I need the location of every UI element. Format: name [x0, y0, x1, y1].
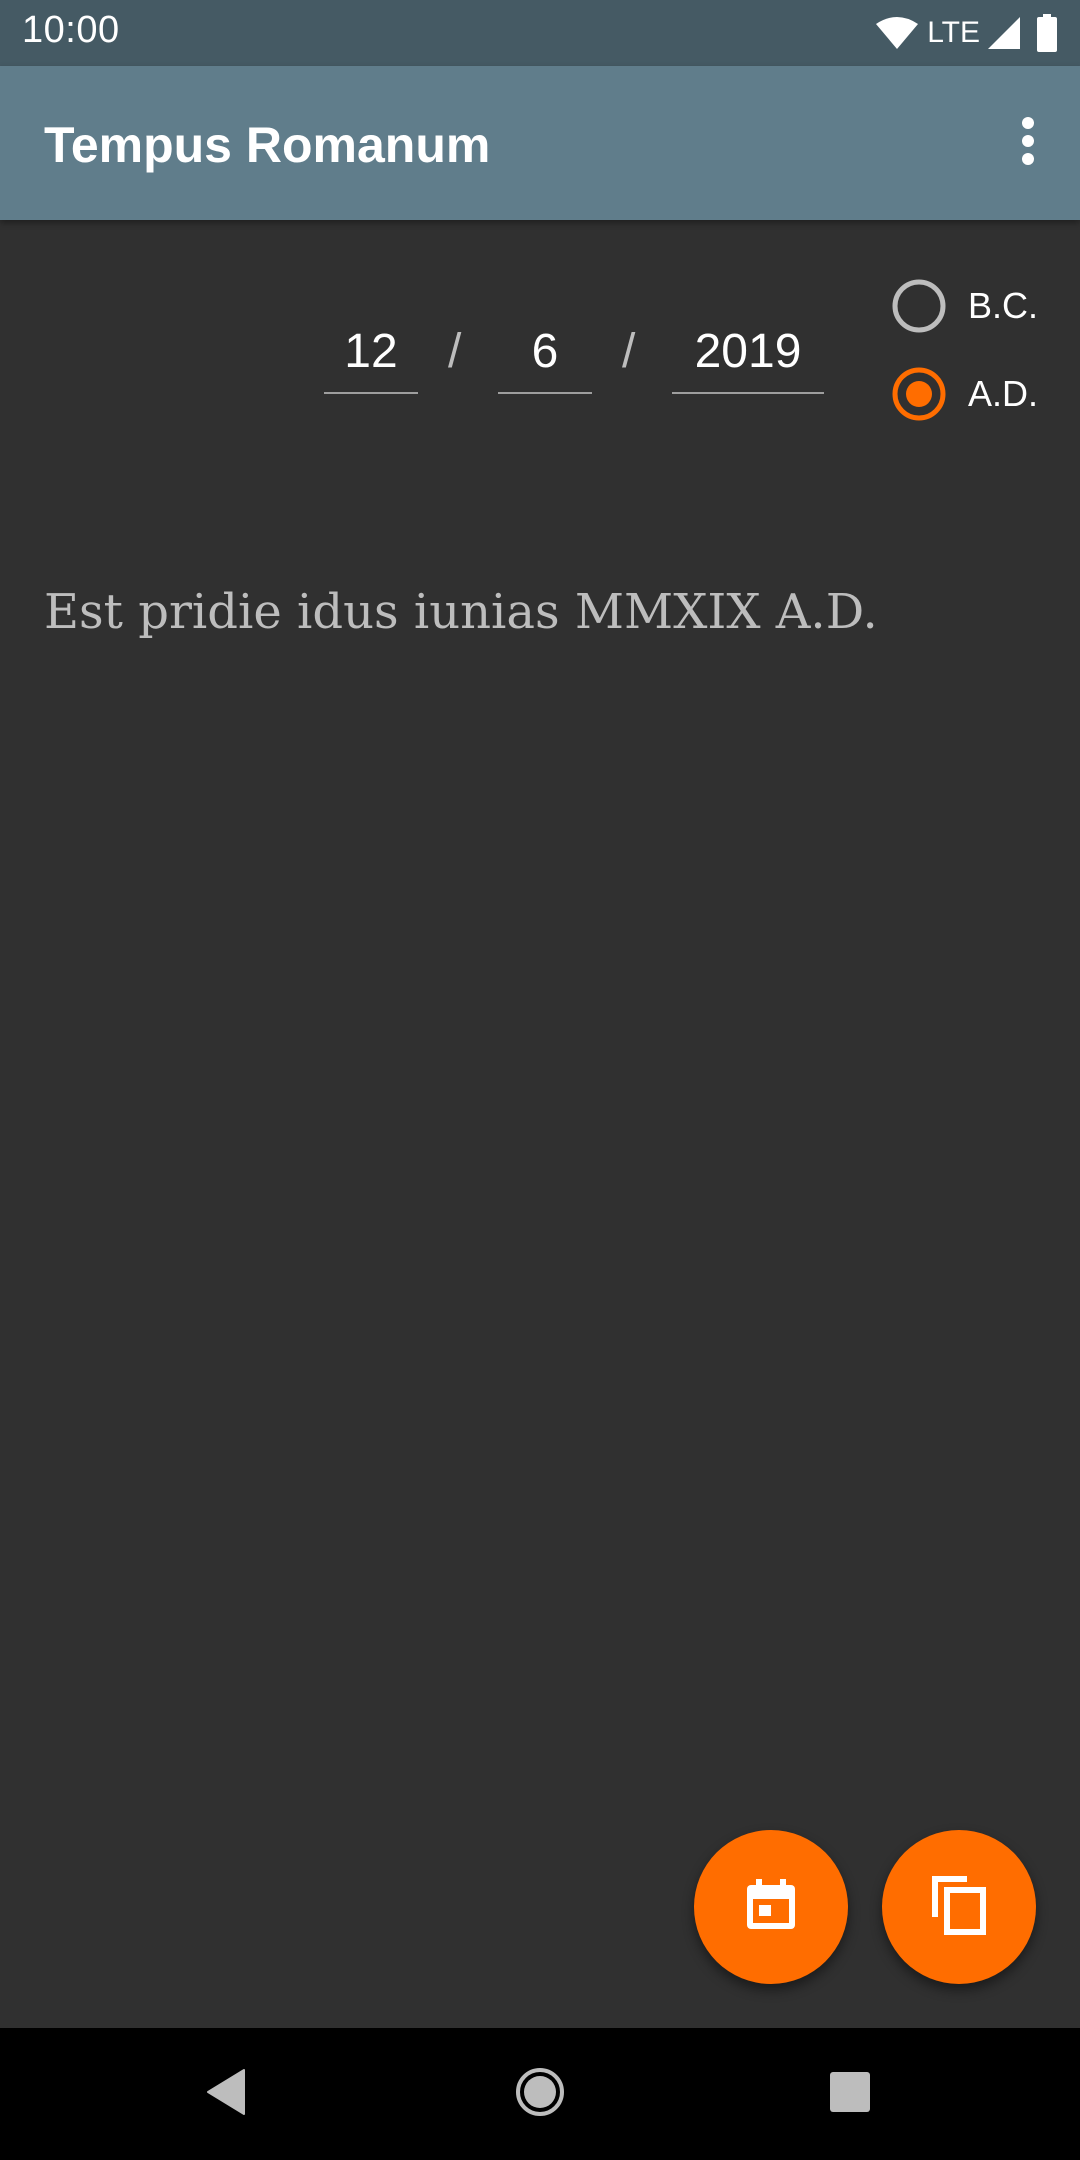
date-separator: / [622, 325, 636, 378]
wifi-icon [875, 16, 919, 50]
day-input[interactable]: 12 [324, 316, 418, 394]
copy-button[interactable] [882, 1830, 1036, 1984]
back-button[interactable] [184, 2052, 268, 2136]
radio-ad[interactable]: A.D. [892, 362, 1072, 426]
radio-unchecked-icon [892, 279, 946, 333]
radio-bc-label: B.C. [968, 285, 1039, 326]
status-bar: 10:00 LTE [0, 0, 1080, 66]
date-separator: / [448, 325, 462, 378]
recents-button[interactable] [808, 2052, 892, 2136]
radio-bc[interactable]: B.C. [892, 274, 1072, 338]
app-bar: Tempus Romanum [0, 66, 1080, 220]
roman-date-result: Est pridie idus iunias MMXIX A.D. [44, 584, 878, 640]
overflow-menu-icon [1021, 116, 1035, 170]
calendar-icon [743, 1877, 799, 1938]
status-time: 10:00 [22, 9, 120, 51]
navigation-bar [0, 2028, 1080, 2160]
home-button[interactable] [498, 2052, 582, 2136]
signal-icon [986, 16, 1022, 50]
app-title: Tempus Romanum [44, 117, 491, 173]
back-icon [204, 2068, 248, 2121]
battery-icon [1036, 14, 1058, 52]
screen: 10:00 LTE Tempus Romanum 12 / 6 / 2019 B… [0, 0, 1080, 2160]
radio-ad-label: A.D. [968, 373, 1039, 414]
year-input[interactable]: 2019 [672, 316, 824, 394]
status-icons: LTE [875, 12, 1058, 54]
copy-icon [929, 1873, 989, 1942]
radio-checked-icon [892, 367, 946, 421]
calendar-button[interactable] [694, 1830, 848, 1984]
network-type-label: LTE [927, 16, 980, 49]
recents-icon [829, 2071, 871, 2118]
overflow-menu-button[interactable] [998, 113, 1058, 173]
home-icon [514, 2066, 566, 2123]
month-input[interactable]: 6 [498, 316, 592, 394]
